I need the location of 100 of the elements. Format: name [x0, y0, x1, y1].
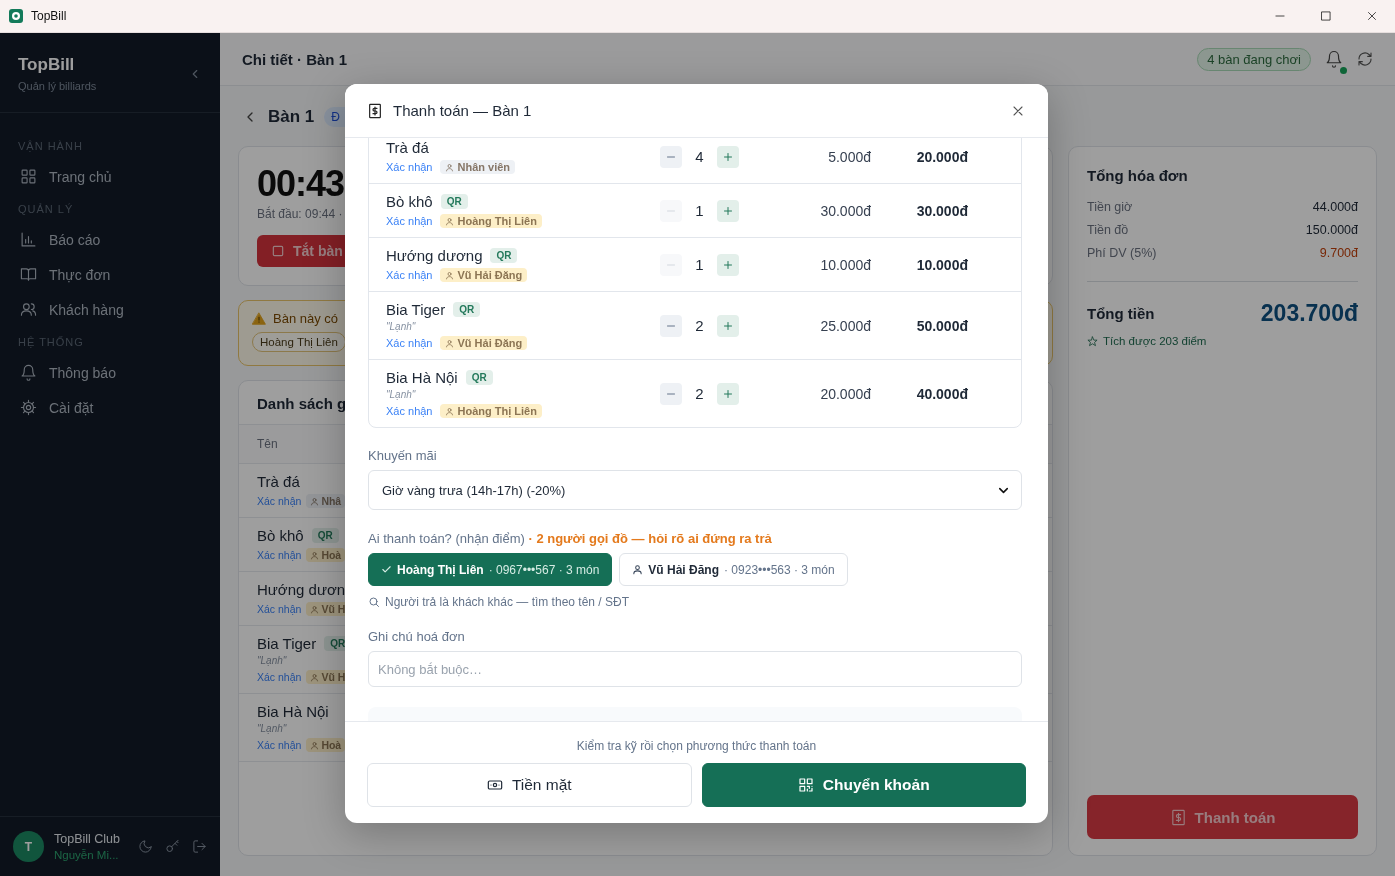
increase-button[interactable] [717, 314, 739, 337]
start-time: Bắt đầu: 09:44 · [257, 207, 343, 221]
item-note: "Lạnh" [386, 389, 417, 400]
decrease-button[interactable] [660, 145, 682, 168]
person-icon [445, 216, 455, 226]
person-name: Nhâ [321, 495, 342, 507]
timer: 00:43 [257, 163, 345, 205]
grid-icon [20, 168, 37, 185]
unit-price: 25.000đ [819, 317, 871, 334]
payer-option[interactable]: Vũ Hải Đăng · 0923•••563 · 3 món [619, 553, 848, 586]
close-icon[interactable] [1365, 9, 1379, 23]
qr-badge: QR [440, 194, 468, 209]
decrease-button[interactable] [660, 314, 682, 337]
bar-chart-icon [20, 231, 37, 248]
qr-badge: QR [311, 528, 339, 543]
line-total: 40.000đ [915, 385, 968, 402]
payer-label: Ai thanh toán? (nhận điểm) · 2 người gọi đồ — hỏi rõ ai đứng ra trả [368, 531, 773, 546]
square-icon [271, 244, 285, 258]
transfer-button[interactable]: Chuyển khoản [701, 763, 1026, 807]
unit-price: 5.000đ [827, 148, 871, 165]
line-label: Tiền giờ [1087, 200, 1133, 214]
amount: 44.000đ [1312, 200, 1358, 214]
sidebar-item[interactable]: Cài đặt [0, 390, 220, 425]
confirm-link[interactable]: Xác nhận [386, 405, 433, 417]
confirm-link[interactable]: Xác nhận [386, 269, 433, 281]
total-amount: 203.700đ [1260, 300, 1358, 327]
maximize-icon[interactable] [1319, 9, 1333, 23]
star-icon [1087, 335, 1098, 347]
item-name: Hướng dươn [257, 581, 346, 598]
field-label: Ghi chú hoá đơn [368, 629, 466, 644]
window-title: TopBill [31, 9, 68, 23]
increase-button[interactable] [717, 382, 739, 405]
line-total: 20.000đ [915, 148, 968, 165]
unit-price: 20.000đ [819, 385, 871, 402]
sidebar-item[interactable]: Thực đơn [0, 257, 220, 292]
plus-icon [722, 319, 734, 332]
customer-chip[interactable]: Hoàng Thị Liên [252, 332, 346, 352]
logout-icon[interactable] [192, 839, 207, 854]
person-icon [445, 162, 455, 172]
confirm-link[interactable]: Xác nhận [386, 215, 433, 227]
moon-icon[interactable] [138, 839, 153, 854]
search-icon [368, 596, 380, 608]
unit-price: 30.000đ [819, 202, 871, 219]
qr-badge: QR [465, 370, 493, 385]
sidebar-item[interactable]: Trang chủ [0, 159, 220, 194]
confirm-link[interactable]: Xác nhận [257, 739, 302, 751]
search-hint[interactable]: Người trả là khách khác — tìm theo tên / SĐT [385, 595, 629, 609]
cash-icon [486, 777, 503, 793]
person-name: Hoà [321, 549, 342, 561]
key-icon[interactable] [165, 839, 180, 854]
active-tables-badge: 4 bàn đang chơi [1197, 47, 1311, 71]
person-icon [632, 564, 644, 575]
app-logo-icon [9, 9, 23, 23]
pay-button[interactable]: Thanh toán [1087, 795, 1358, 839]
confirm-link[interactable]: Xác nhận [257, 603, 302, 615]
plus-icon [722, 387, 734, 400]
sidebar-item[interactable]: Báo cáo [0, 222, 220, 257]
amount: 9.700đ [1319, 246, 1358, 260]
promotion-select[interactable]: Giờ vàng trưa (14h-17h) (-20%) [368, 470, 1022, 510]
line-total: 30.000đ [915, 202, 968, 219]
confirm-link[interactable]: Xác nhận [386, 337, 433, 349]
quantity: 1 [695, 256, 704, 273]
increase-button[interactable] [717, 253, 739, 276]
refresh-icon[interactable] [1357, 51, 1373, 67]
confirm-link[interactable]: Xác nhận [386, 161, 433, 173]
sidebar-item[interactable]: Khách hàng [0, 292, 220, 327]
confirm-link[interactable]: Xác nhận [257, 549, 302, 561]
plus-icon [722, 150, 734, 163]
item-note: "Lạnh" [257, 723, 288, 734]
people-icon [20, 301, 37, 318]
item-name: Bia Hà Nội [257, 703, 329, 720]
qr-badge: QR [490, 248, 518, 263]
confirm-link[interactable]: Xác nhận [257, 671, 302, 683]
check-icon [381, 564, 392, 575]
warning-icon [252, 311, 266, 326]
quantity: 1 [695, 202, 704, 219]
increase-button[interactable] [717, 199, 739, 222]
line-label: Phí DV (5%) [1087, 246, 1157, 260]
increase-button[interactable] [717, 145, 739, 168]
confirm-link[interactable]: Xác nhận [257, 495, 302, 507]
bell-icon[interactable] [1325, 50, 1343, 68]
payer-option[interactable]: Hoàng Thị Liên · 0967•••567 · 3 món [368, 553, 613, 586]
item-name: Bò khô [257, 527, 304, 544]
person-name: Nhân viên [457, 161, 511, 173]
app-name: TopBill [18, 55, 76, 75]
receipt-icon [1169, 808, 1187, 826]
summary-title: Tổng hóa đơn [1087, 167, 1189, 184]
cash-button[interactable]: Tiền mặt [367, 763, 692, 807]
item-name: Trà đá [257, 473, 300, 490]
quantity: 4 [695, 148, 704, 165]
person-icon [310, 550, 320, 560]
decrease-button[interactable] [660, 382, 682, 405]
note-field[interactable]: Không bắt buộc… [368, 651, 1022, 687]
item-name: Bia Tiger [257, 635, 317, 652]
person-icon [310, 496, 320, 506]
receipt-icon [367, 102, 383, 119]
sidebar-item[interactable]: Thông báo [0, 355, 220, 390]
person-name: Vũ Hải Đăng [457, 269, 523, 281]
app-subtitle: Quản lý billiards [18, 80, 97, 92]
person-name: Vũ H [321, 671, 346, 683]
